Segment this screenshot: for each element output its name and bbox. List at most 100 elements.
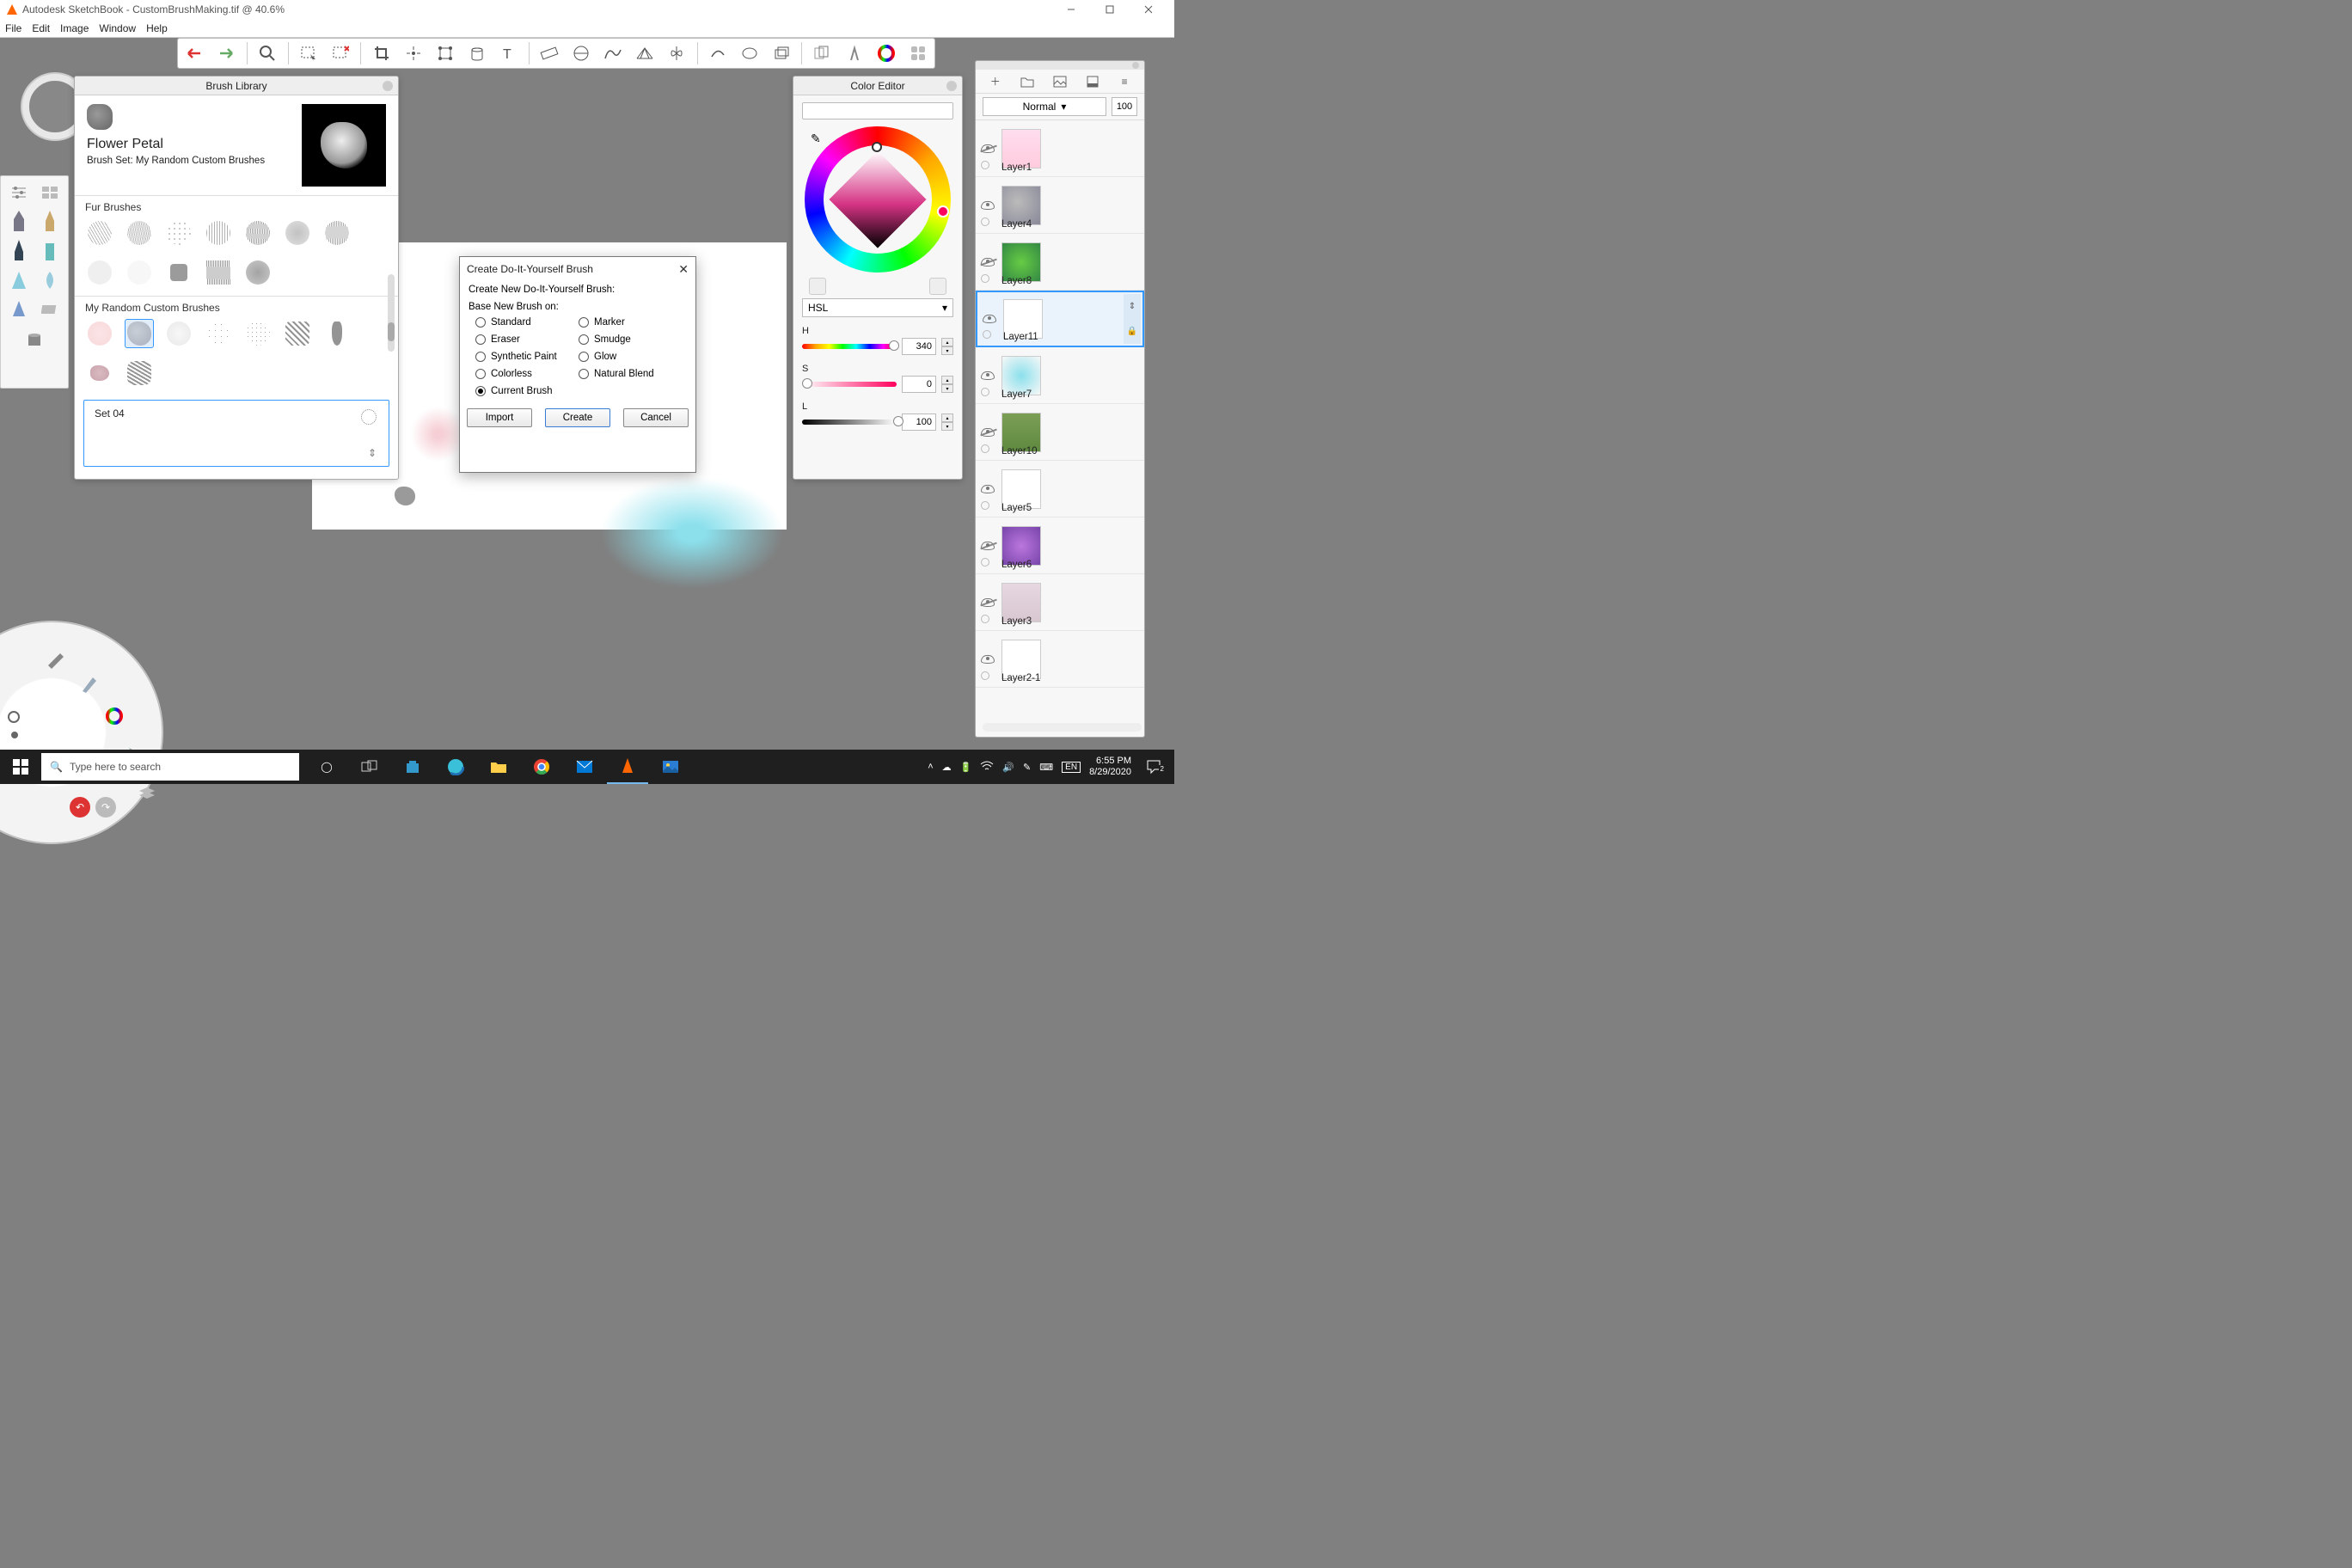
ui-toggle-icon[interactable] (906, 40, 929, 66)
color-mode-dropdown[interactable]: HSL▾ (802, 298, 953, 317)
sat-spinner[interactable]: ▴▾ (941, 376, 953, 393)
brush-item[interactable] (243, 258, 273, 287)
create-button[interactable]: Create (545, 408, 610, 427)
keyboard-icon[interactable]: ⌨ (1039, 762, 1053, 773)
visibility-toggle[interactable] (981, 485, 996, 493)
layer-color-tag[interactable] (981, 501, 989, 510)
brush-item[interactable] (164, 319, 193, 348)
menu-icon[interactable]: ≡ (1116, 73, 1133, 90)
visibility-toggle[interactable] (981, 258, 996, 266)
predictive-stroke-icon[interactable] (707, 40, 730, 66)
crop-icon[interactable] (370, 40, 393, 66)
layer-color-tag[interactable] (981, 274, 989, 283)
layers-stack-icon[interactable] (135, 781, 159, 805)
brush-item[interactable] (204, 319, 233, 348)
start-button[interactable] (0, 759, 41, 775)
flipbook-icon[interactable] (811, 40, 834, 66)
library-icon[interactable] (39, 181, 61, 204)
photos-icon[interactable] (650, 750, 691, 784)
color-wheel-icon[interactable] (874, 40, 897, 66)
edge-icon[interactable] (435, 750, 476, 784)
hue-spinner[interactable]: ▴▾ (941, 338, 953, 355)
layers-icon[interactable] (769, 40, 793, 66)
layer-row[interactable]: Layer11⇕🔒 (976, 291, 1144, 347)
panel-title[interactable]: Brush Library (75, 77, 398, 95)
current-color-swatch[interactable] (802, 102, 953, 119)
brush-palette-icon[interactable] (842, 40, 866, 66)
perspective-icon[interactable] (634, 40, 657, 66)
folder-icon[interactable] (1019, 73, 1036, 90)
taskbar-search[interactable]: 🔍 Type here to search (41, 753, 299, 781)
explorer-icon[interactable] (478, 750, 519, 784)
layer-row[interactable]: Layer8 (976, 234, 1144, 291)
zoom-icon[interactable] (256, 40, 279, 66)
brush-library-scrollbar[interactable] (388, 274, 395, 352)
undo-button[interactable] (183, 40, 206, 66)
panel-close-icon[interactable] (946, 81, 957, 91)
radio-natural[interactable]: Natural Blend (579, 369, 682, 379)
layer-row[interactable]: Layer5 (976, 461, 1144, 518)
transform-icon[interactable] (401, 40, 425, 66)
brush-item[interactable] (85, 319, 114, 348)
layer-color-tag[interactable] (983, 330, 991, 339)
color-adjust-icon[interactable] (929, 278, 946, 295)
marker-tool-icon[interactable] (39, 240, 61, 262)
onedrive-icon[interactable]: ☁ (942, 762, 952, 773)
brush-item[interactable] (85, 258, 114, 287)
ime-icon[interactable]: EN (1062, 762, 1081, 773)
radio-current-brush[interactable]: Current Brush (475, 386, 579, 396)
panel-title[interactable]: Color Editor (793, 77, 962, 95)
maximize-button[interactable] (1090, 0, 1129, 19)
layer-row[interactable]: Layer4 (976, 177, 1144, 234)
pencil-tool-icon[interactable] (8, 211, 30, 233)
brush-item[interactable] (322, 218, 352, 248)
radio-marker[interactable]: Marker (579, 317, 682, 328)
dialog-titlebar[interactable]: Create Do-It-Yourself Brush ✕ (460, 257, 695, 281)
sat-value[interactable]: 0 (902, 376, 936, 393)
tray-chevron-icon[interactable]: ˄ (928, 762, 933, 772)
color-wheel[interactable] (805, 126, 951, 273)
taskbar-clock[interactable]: 6:55 PM 8/29/2020 (1089, 756, 1131, 778)
layer-opacity[interactable]: 100 (1112, 97, 1137, 116)
brush-item[interactable] (85, 218, 114, 248)
battery-icon[interactable]: 🔋 (960, 762, 972, 773)
minimize-button[interactable] (1051, 0, 1090, 19)
ellipse-guide-icon[interactable] (570, 40, 593, 66)
hammer-icon[interactable] (42, 647, 66, 671)
selection-tool-icon[interactable] (297, 40, 321, 66)
layers-h-scrollbar[interactable] (983, 723, 1142, 732)
cancel-button[interactable]: Cancel (623, 408, 689, 427)
add-layer-icon[interactable]: ＋ (987, 73, 1004, 90)
chrome-icon[interactable] (521, 750, 562, 784)
mail-icon[interactable] (564, 750, 605, 784)
layer-color-tag[interactable] (981, 615, 989, 623)
expand-icon[interactable]: ⇕ (368, 447, 377, 459)
task-view-icon[interactable] (349, 750, 390, 784)
smudge-tool-icon[interactable] (39, 269, 61, 291)
french-curve-icon[interactable] (602, 40, 625, 66)
fill-tool-icon[interactable] (23, 328, 46, 350)
brush-item-selected[interactable] (125, 319, 154, 348)
visibility-toggle[interactable] (981, 428, 996, 437)
menu-help[interactable]: Help (146, 22, 168, 34)
radio-eraser[interactable]: Eraser (475, 334, 579, 345)
layer-row[interactable]: Layer10 (976, 404, 1144, 461)
brush-item[interactable] (243, 319, 273, 348)
notifications-icon[interactable]: 2 (1140, 759, 1167, 775)
lum-value[interactable]: 100 (902, 413, 936, 431)
brush-item[interactable] (243, 218, 273, 248)
store-icon[interactable] (392, 750, 433, 784)
wifi-icon[interactable] (980, 761, 994, 774)
layer-color-tag[interactable] (981, 388, 989, 396)
deselect-icon[interactable] (329, 40, 352, 66)
lagoon[interactable]: ↶ ↷ (0, 621, 163, 844)
dialog-close-icon[interactable]: ✕ (678, 262, 689, 277)
menu-window[interactable]: Window (99, 22, 136, 34)
brush-icon[interactable] (77, 671, 101, 695)
brush-item[interactable] (85, 358, 114, 388)
cortana-icon[interactable]: ◯ (306, 750, 347, 784)
hue-value[interactable]: 340 (902, 338, 936, 355)
panel-close-icon[interactable] (1132, 62, 1139, 69)
layer-color-tag[interactable] (981, 558, 989, 567)
hue-handle[interactable] (937, 205, 949, 217)
